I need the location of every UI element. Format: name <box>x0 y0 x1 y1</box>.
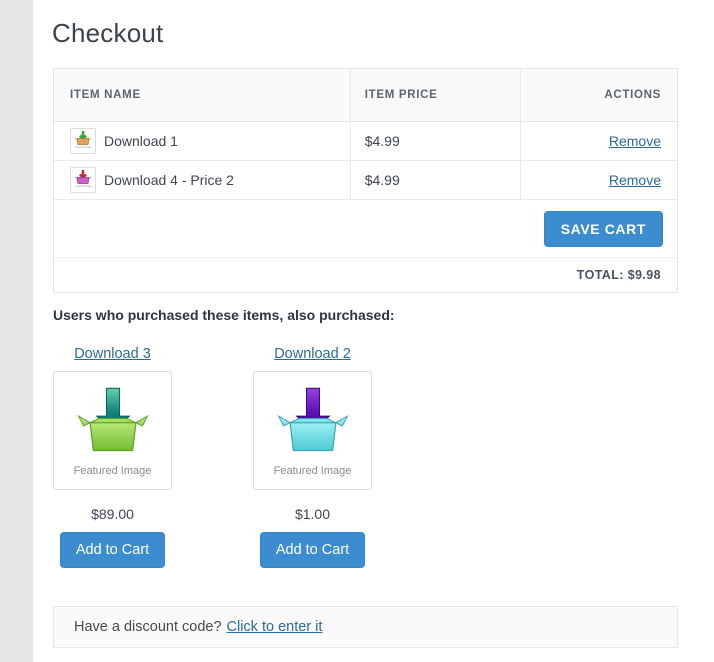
cross-sell-featured-image[interactable]: Featured Image <box>253 371 372 490</box>
column-header-item-price: ITEM PRICE <box>350 69 521 122</box>
discount-prompt-label: Have a discount code? <box>74 619 222 635</box>
page-title: Checkout <box>33 0 714 49</box>
discount-code-bar: Have a discount code? Click to enter it <box>53 606 678 648</box>
cart-total-row: TOTAL: $9.98 <box>54 258 678 293</box>
list-item: Download 3 <box>53 346 172 568</box>
thumb-caption: Featured Image <box>75 146 91 149</box>
save-cart-button[interactable]: SAVE CART <box>544 211 663 247</box>
download-box-icon <box>272 385 354 460</box>
download-box-icon: Featured Image <box>70 128 96 154</box>
column-header-actions: ACTIONS <box>521 69 678 122</box>
list-item: Download 2 <box>253 346 372 568</box>
table-row: Featured Image Download 1 $4.99 Remove <box>54 122 678 161</box>
save-cart-row: SAVE CART <box>54 200 678 258</box>
cross-sell-price: $1.00 <box>253 506 372 522</box>
left-gutter <box>0 0 33 662</box>
remove-item-link[interactable]: Remove <box>609 133 661 149</box>
cart-table: ITEM NAME ITEM PRICE ACTIONS <box>53 68 678 293</box>
add-to-cart-button[interactable]: Add to Cart <box>60 532 165 568</box>
cart-item-price: $4.99 <box>350 161 521 200</box>
featured-image-caption: Featured Image <box>274 465 352 477</box>
cart-item-name-label: Download 1 <box>104 133 178 149</box>
cross-sell-heading: Users who purchased these items, also pu… <box>53 307 395 323</box>
featured-image-caption: Featured Image <box>74 465 152 477</box>
thumb-caption: Featured Image <box>75 185 91 188</box>
cart-item-name-cell: Featured Image Download 1 <box>54 122 351 161</box>
checkout-page: Checkout ITEM NAME ITEM PRICE ACTIONS <box>33 0 714 662</box>
cart-item-actions-cell: Remove <box>521 122 678 161</box>
cart-item-name-cell: Featured Image Download 4 - Price 2 <box>54 161 351 200</box>
remove-item-link[interactable]: Remove <box>609 172 661 188</box>
cross-sell-price: $89.00 <box>53 506 172 522</box>
cross-sell-grid: Download 3 <box>53 346 673 568</box>
cart-total-value: TOTAL: $9.98 <box>54 258 678 293</box>
add-to-cart-button[interactable]: Add to Cart <box>260 532 365 568</box>
table-row: Featured Image Download 4 - Price 2 $4.9… <box>54 161 678 200</box>
cross-sell-title-link[interactable]: Download 3 <box>53 346 172 362</box>
cross-sell-title-link[interactable]: Download 2 <box>253 346 372 362</box>
cart-item-name-label: Download 4 - Price 2 <box>104 172 234 188</box>
save-cart-cell: SAVE CART <box>54 200 678 258</box>
column-header-item-name: ITEM NAME <box>54 69 351 122</box>
download-box-icon: Featured Image <box>70 167 96 193</box>
cross-sell-featured-image[interactable]: Featured Image <box>53 371 172 490</box>
cart-item-price: $4.99 <box>350 122 521 161</box>
cart-item-actions-cell: Remove <box>521 161 678 200</box>
cart-table-header-row: ITEM NAME ITEM PRICE ACTIONS <box>54 69 678 122</box>
enter-discount-code-link[interactable]: Click to enter it <box>227 619 323 635</box>
download-box-icon <box>72 385 154 460</box>
